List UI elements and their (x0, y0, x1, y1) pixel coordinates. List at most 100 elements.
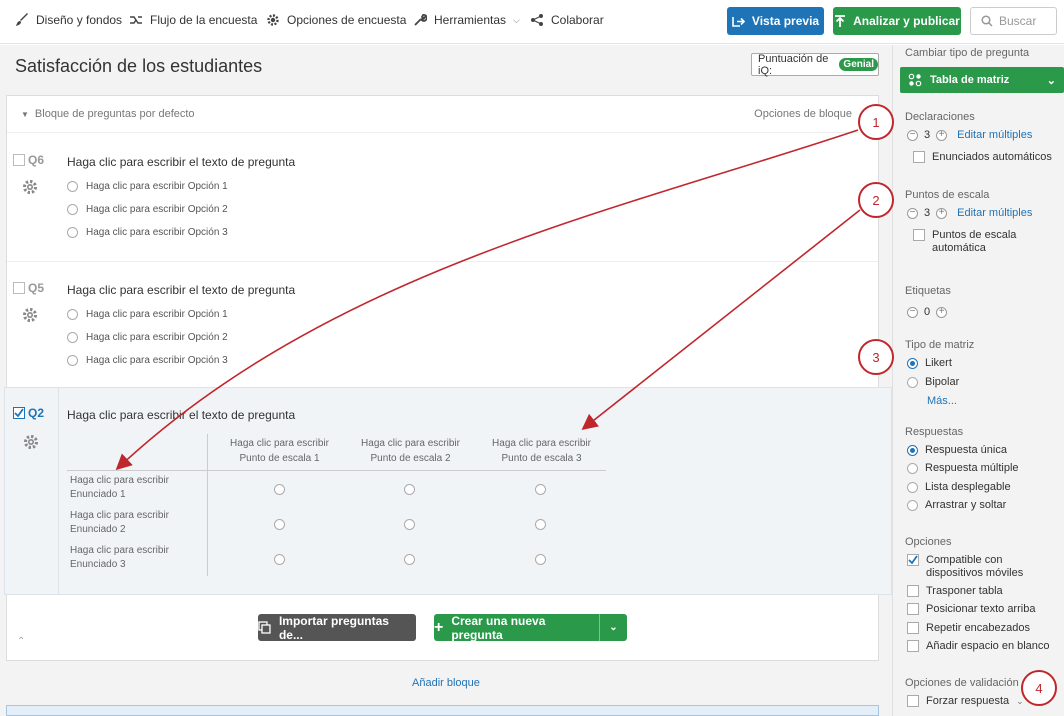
more-types-link[interactable]: Más... (927, 395, 957, 407)
matrix-radio[interactable] (535, 519, 546, 530)
checkbox[interactable] (907, 640, 919, 652)
matrix-radio[interactable] (274, 484, 285, 495)
radio-button[interactable] (67, 355, 78, 366)
answer-dropdown[interactable]: Lista desplegable (907, 481, 1011, 493)
radio-button[interactable] (67, 204, 78, 215)
nav-survey-options[interactable]: Opciones de encuesta (266, 13, 406, 27)
scale-point-header[interactable]: Haga clic para escribir Punto de escala 1 (214, 436, 345, 466)
radio-button[interactable] (907, 481, 918, 493)
option-mobile-friendly[interactable]: Compatible con dispositivos móviles (907, 554, 1057, 580)
checkbox[interactable] (907, 695, 919, 707)
radio-button[interactable] (907, 462, 918, 474)
radio-button[interactable] (907, 376, 918, 388)
collapse-caret-icon[interactable]: ⌃ (17, 636, 25, 647)
labels-stepper[interactable]: − 0 + (907, 306, 948, 318)
plus-icon[interactable]: + (936, 129, 948, 141)
choice-option[interactable]: Haga clic para escribir Opción 3 (67, 227, 228, 238)
new-question-main[interactable]: + Crear una nueva pregunta (434, 614, 600, 642)
matrix-radio[interactable] (404, 519, 415, 530)
question-q2[interactable]: Q2 Haga clic para escribir el texto de p… (4, 387, 892, 595)
block-options-button[interactable]: Opciones de bloque (754, 108, 852, 120)
import-questions-button[interactable]: Importar preguntas de... (258, 614, 416, 642)
radio-button[interactable] (907, 499, 918, 511)
force-response-option[interactable]: Forzar respuesta ⌄ (907, 695, 1024, 708)
plus-icon[interactable]: + (936, 207, 948, 219)
minus-icon[interactable]: − (907, 207, 918, 219)
matrix-type-bipolar[interactable]: Bipolar (907, 376, 959, 388)
answer-multiple[interactable]: Respuesta múltiple (907, 462, 1019, 474)
question-number[interactable]: Q2 (13, 406, 44, 420)
question-text[interactable]: Haga clic para escribir el texto de preg… (67, 155, 295, 169)
choice-option[interactable]: Haga clic para escribir Opción 1 (67, 309, 228, 320)
matrix-radio[interactable] (274, 519, 285, 530)
checkbox[interactable] (907, 622, 919, 634)
matrix-type-likert[interactable]: Likert (907, 357, 952, 369)
option-transpose[interactable]: Trasponer tabla (907, 585, 1003, 598)
edit-multiple-link[interactable]: Editar múltiples (957, 207, 1032, 219)
checkbox[interactable] (907, 585, 919, 597)
choice-option[interactable]: Haga clic para escribir Opción 2 (67, 332, 228, 343)
preview-button[interactable]: Vista previa (727, 7, 824, 35)
search-input[interactable]: Buscar (970, 7, 1057, 35)
nav-survey-flow[interactable]: Flujo de la encuesta (129, 13, 257, 27)
edit-multiple-link[interactable]: Editar múltiples (957, 129, 1032, 141)
option-text-above[interactable]: Posicionar texto arriba (907, 603, 1035, 616)
question-q6[interactable]: Q6 Haga clic para escribir el texto de p… (7, 134, 878, 262)
question-number[interactable]: Q6 (13, 153, 44, 167)
gear-icon[interactable] (21, 178, 39, 196)
checkbox[interactable] (907, 603, 919, 615)
plus-icon[interactable]: + (936, 306, 948, 318)
matrix-radio[interactable] (404, 554, 415, 565)
question-checkbox[interactable] (13, 282, 25, 294)
scale-point-header[interactable]: Haga clic para escribir Punto de escala 3 (476, 436, 607, 466)
gear-icon[interactable] (22, 433, 40, 451)
question-number[interactable]: Q5 (13, 281, 44, 295)
statements-stepper[interactable]: − 3 + Editar múltiples (907, 129, 1032, 141)
matrix-radio[interactable] (535, 554, 546, 565)
checkbox[interactable] (913, 229, 925, 241)
radio-button[interactable] (67, 227, 78, 238)
question-text[interactable]: Haga clic para escribir el texto de preg… (67, 408, 295, 422)
nav-tools[interactable]: Herramientas ⌵ (413, 13, 520, 27)
nav-look-and-feel[interactable]: Diseño y fondos (15, 13, 122, 27)
choice-option[interactable]: Haga clic para escribir Opción 2 (67, 204, 228, 215)
choice-option[interactable]: Haga clic para escribir Opción 3 (67, 355, 228, 366)
question-checkbox[interactable] (13, 407, 25, 419)
answer-single[interactable]: Respuesta única (907, 444, 1007, 456)
new-question-button[interactable]: + Crear una nueva pregunta ⌄ (434, 614, 627, 642)
minus-icon[interactable]: − (907, 129, 918, 141)
radio-button[interactable] (907, 357, 918, 369)
option-white-space[interactable]: Añadir espacio en blanco (907, 640, 1050, 653)
option-repeat-headers[interactable]: Repetir encabezados (907, 622, 1030, 635)
auto-statements-option[interactable]: Enunciados automáticos (913, 151, 1052, 164)
answer-drag-drop[interactable]: Arrastrar y soltar (907, 499, 1006, 511)
iq-score[interactable]: Puntuación de iQ: Genial (751, 53, 879, 77)
gear-icon[interactable] (21, 306, 39, 324)
radio-button[interactable] (67, 332, 78, 343)
statement-row-label[interactable]: Haga clic para escribir Enunciado 1 (70, 474, 169, 502)
question-text[interactable]: Haga clic para escribir el texto de preg… (67, 283, 295, 297)
question-type-dropdown[interactable]: Tabla de matriz ⌄ (900, 67, 1064, 93)
question-q5[interactable]: Q5 Haga clic para escribir el texto de p… (7, 262, 878, 388)
statement-row-label[interactable]: Haga clic para escribir Enunciado 3 (70, 544, 169, 572)
checkbox[interactable] (913, 151, 925, 163)
add-block-link[interactable]: Añadir bloque (412, 677, 480, 689)
new-question-dropdown[interactable]: ⌄ (600, 622, 627, 633)
auto-scale-option[interactable]: Puntos de escala automática (913, 229, 1033, 255)
radio-button[interactable] (67, 181, 78, 192)
publish-button[interactable]: Analizar y publicar (833, 7, 961, 35)
statement-row-label[interactable]: Haga clic para escribir Enunciado 2 (70, 509, 169, 537)
choice-option[interactable]: Haga clic para escribir Opción 1 (67, 181, 228, 192)
matrix-radio[interactable] (535, 484, 546, 495)
scale-points-stepper[interactable]: − 3 + Editar múltiples (907, 207, 1032, 219)
question-checkbox[interactable] (13, 154, 25, 166)
radio-button[interactable] (67, 309, 78, 320)
block-title[interactable]: ▼ Bloque de preguntas por defecto (21, 108, 195, 120)
radio-button[interactable] (907, 444, 918, 456)
nav-collaborate[interactable]: Colaborar (530, 13, 604, 27)
scale-point-header[interactable]: Haga clic para escribir Punto de escala 2 (345, 436, 476, 466)
matrix-radio[interactable] (274, 554, 285, 565)
matrix-radio[interactable] (404, 484, 415, 495)
minus-icon[interactable]: − (907, 306, 918, 318)
checkbox[interactable] (907, 554, 919, 566)
